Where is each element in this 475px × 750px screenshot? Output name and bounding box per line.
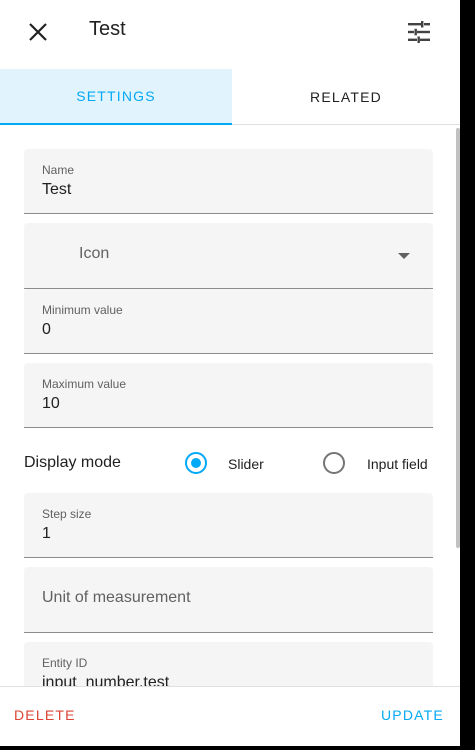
- minimum-value-field[interactable]: Minimum value 0: [24, 289, 433, 354]
- display-mode-group: Display mode Slider Input field: [24, 428, 444, 498]
- icon-placeholder: Icon: [79, 245, 110, 262]
- unit-of-measurement-placeholder: Unit of measurement: [42, 589, 191, 606]
- content-scrollbar[interactable]: [456, 128, 460, 548]
- minimum-value-label: Minimum value: [42, 303, 123, 317]
- input-field-radio-label[interactable]: Input field: [367, 456, 428, 472]
- slider-radio-label[interactable]: Slider: [228, 456, 264, 472]
- entity-id-field[interactable]: Entity ID input_number.test: [24, 642, 433, 686]
- tab-bar: SETTINGS RELATED: [0, 69, 460, 125]
- close-icon: [29, 23, 47, 41]
- unit-of-measurement-field[interactable]: Unit of measurement: [24, 567, 433, 633]
- dialog-footer: DELETE UPDATE: [0, 686, 460, 746]
- maximum-value-field[interactable]: Maximum value 10: [24, 363, 433, 428]
- settings-form: Name Test Icon Minimum value 0 Maximum v…: [0, 126, 460, 686]
- name-label: Name: [42, 163, 75, 177]
- delete-button[interactable]: DELETE: [14, 707, 76, 723]
- step-size-value: 1: [42, 525, 51, 542]
- tab-settings[interactable]: SETTINGS: [0, 69, 232, 125]
- entity-id-label: Entity ID: [42, 656, 88, 670]
- slider-radio[interactable]: [185, 452, 207, 474]
- step-size-label: Step size: [42, 507, 92, 521]
- step-size-field[interactable]: Step size 1: [24, 493, 433, 558]
- entity-id-value: input_number.test: [42, 674, 170, 686]
- maximum-value-value: 10: [42, 395, 60, 412]
- close-button[interactable]: [20, 14, 56, 50]
- maximum-value-label: Maximum value: [42, 377, 127, 391]
- tab-related[interactable]: RELATED: [232, 69, 460, 125]
- dialog-header: Test: [0, 0, 460, 66]
- minimum-value-value: 0: [42, 321, 51, 338]
- icon-picker[interactable]: Icon: [24, 223, 433, 289]
- display-mode-label: Display mode: [24, 454, 121, 471]
- name-value: Test: [42, 181, 72, 198]
- tune-icon: [408, 21, 430, 43]
- dialog-title: Test: [89, 18, 126, 40]
- name-field[interactable]: Name Test: [24, 149, 433, 214]
- advanced-settings-button[interactable]: [400, 14, 438, 50]
- entity-settings-dialog: Test SETTINGS RELATED Name Test Icon Min…: [0, 0, 460, 746]
- update-button[interactable]: UPDATE: [381, 707, 444, 723]
- chevron-down-icon[interactable]: [398, 253, 410, 259]
- input-field-radio[interactable]: [323, 452, 345, 474]
